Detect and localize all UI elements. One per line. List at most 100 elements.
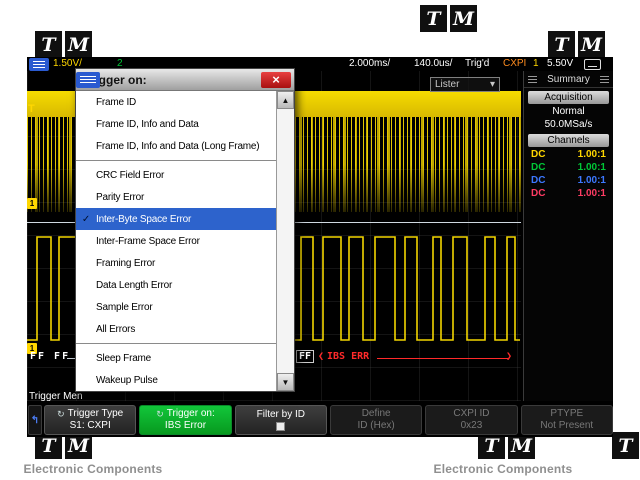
channel-row: DC 1.00:1 <box>524 187 613 200</box>
back-icon: ↰ <box>30 414 40 426</box>
summary-sidebar: Summary Acquisition Normal 50.0MSa/s Cha… <box>523 71 613 401</box>
dropdown-title: Trigger on: <box>84 72 147 87</box>
decode-error-line <box>377 358 508 359</box>
cycle-icon: ↻ <box>57 409 65 419</box>
channel-row: DC 1.00:1 <box>524 148 613 161</box>
trigger-marker[interactable]: T <box>28 103 35 115</box>
active-menu-label: Trigger Men <box>29 391 83 402</box>
tme-logo: T M <box>35 31 92 58</box>
channel-probe-ratio: 1.00:1 <box>577 149 606 160</box>
trigger-bus-type: CXPI <box>503 58 527 69</box>
channel-probe-ratio: 1.00:1 <box>577 162 606 173</box>
dropdown-item[interactable]: Sample Error <box>76 296 276 318</box>
softkey-label: Filter by ID <box>256 409 305 420</box>
dropdown-item[interactable]: Data Length Error <box>76 274 276 296</box>
back-button[interactable]: ↰ <box>28 405 42 435</box>
trigger-level: 5.50V <box>547 58 574 69</box>
dropdown-item-label: Sleep Frame <box>96 352 152 364</box>
decode-byte-mid: FF <box>296 350 315 363</box>
dropdown-item-label: CRC Field Error <box>96 169 165 181</box>
dropdown-item[interactable]: All Errors <box>76 318 276 340</box>
tme-logo-letter: M <box>450 5 477 32</box>
channel-probe-ratio: 1.00:1 <box>577 175 606 186</box>
close-icon[interactable]: × <box>261 71 291 88</box>
chevron-down-icon: ▾ <box>489 79 495 90</box>
softkey-ptype: PTYPE Not Present <box>520 405 613 435</box>
dropdown-menu-icon[interactable] <box>76 71 100 88</box>
softkey-label: Trigger Type <box>67 408 124 419</box>
timebase[interactable]: 2.000ms/ <box>349 58 390 70</box>
dropdown-item-label: Sample Error <box>96 301 153 313</box>
scrollbar-track[interactable] <box>277 109 294 373</box>
channel-row: DC 1.00:1 <box>524 174 613 187</box>
filter-checkbox[interactable] <box>276 422 286 431</box>
tme-logo-letter: T <box>420 5 447 32</box>
dropdown-title-bar: Trigger on: × <box>76 69 294 91</box>
tme-logo-letter: M <box>578 31 605 58</box>
softkey-bar: ↻ Trigger Type S1: CXPI ↻ Trigger on: IBS Err… <box>44 405 613 435</box>
acquisition-mode: Normal <box>552 106 585 117</box>
display-icon[interactable] <box>584 59 601 70</box>
decode-bytes-left: FF FF <box>30 351 71 362</box>
zoom-timebase[interactable]: 140.0us/ <box>414 58 452 70</box>
scroll-up-icon[interactable]: ▲ <box>277 91 294 109</box>
tme-logo-letter: M <box>65 31 92 58</box>
scroll-down-icon[interactable]: ▼ <box>277 373 294 391</box>
dropdown-item[interactable]: Frame ID, Info and Data (Long Frame) <box>76 135 276 157</box>
dropdown-item-label: Frame ID <box>96 96 137 108</box>
cycle-icon: ↻ <box>156 409 164 419</box>
decode-error-label: IBS ERR <box>327 351 370 362</box>
dropdown-item[interactable]: Sleep Frame <box>76 347 276 369</box>
softkey-define: Define ID (Hex) <box>329 405 423 435</box>
decode-error-close-bracket: ❯ <box>506 351 513 362</box>
dropdown-item-label: Data Length Error <box>96 279 173 291</box>
softkey-value: IBS Error <box>164 420 207 431</box>
dropdown-item-label: Parity Error <box>96 191 145 203</box>
tme-logo-letter: T <box>548 31 575 58</box>
tme-logo: T M <box>420 5 477 32</box>
channels-header: Channels <box>528 134 609 147</box>
lister-control[interactable]: Lister ▾ <box>430 77 500 92</box>
dropdown-item[interactable]: Wakeup Pulse <box>76 369 276 391</box>
dropdown-item[interactable]: Framing Error <box>76 252 276 274</box>
screenshot-root: T M T M T M T M T M T M Electronic Compo… <box>0 0 640 480</box>
sidebar-menu-icon[interactable] <box>528 75 537 83</box>
lister-label: Lister <box>435 79 460 90</box>
dropdown-separator <box>76 157 276 164</box>
trigger-on-dropdown: Trigger on: × Frame ID Frame ID, Info and… <box>75 68 295 392</box>
softkey-label: Trigger on: <box>166 408 215 419</box>
dropdown-item-label: Frame ID, Info and Data (Long Frame) <box>96 140 260 152</box>
dropdown-scrollbar[interactable]: ▲ ▼ <box>276 91 294 391</box>
dropdown-item[interactable]: CRC Field Error <box>76 164 276 186</box>
tme-brand-text: Electronic Components <box>23 462 163 476</box>
channel-coupling: DC <box>531 188 546 199</box>
dropdown-item[interactable]: ✓ Inter-Byte Space Error <box>76 208 276 230</box>
softkey-trigger-type[interactable]: ↻ Trigger Type S1: CXPI <box>44 405 137 435</box>
dropdown-item[interactable]: Frame ID <box>76 91 276 113</box>
softkey-value: Not Present <box>540 420 594 431</box>
tme-logo-letter: T <box>612 432 639 459</box>
softkey-trigger-on[interactable]: ↻ Trigger on: IBS Error <box>139 405 232 435</box>
main-menu-icon[interactable] <box>29 58 49 71</box>
channel-coupling: DC <box>531 149 546 160</box>
tme-logo: T M <box>548 31 605 58</box>
softkey-cxpi-id: CXPI ID 0x23 <box>425 405 518 435</box>
dropdown-item[interactable]: Inter-Frame Space Error <box>76 230 276 252</box>
dropdown-item[interactable]: Parity Error <box>76 186 276 208</box>
softkey-value: S1: CXPI <box>69 420 111 431</box>
dropdown-item[interactable]: Frame ID, Info and Data <box>76 113 276 135</box>
trigger-source: 1 <box>533 58 539 69</box>
dropdown-item-label: Frame ID, Info and Data <box>96 118 199 130</box>
ch1-ground-marker[interactable]: 1 <box>27 198 37 209</box>
dropdown-item-label: Framing Error <box>96 257 156 269</box>
softkey-label: PTYPE <box>550 408 584 419</box>
softkey-filter-by-id[interactable]: Filter by ID <box>234 405 327 435</box>
channel-coupling: DC <box>531 162 546 173</box>
acquisition-header: Acquisition <box>528 91 609 104</box>
sidebar-dock-icon[interactable] <box>599 75 609 83</box>
sample-rate: 50.0MSa/s <box>544 119 593 130</box>
checkmark-icon: ✓ <box>81 213 91 225</box>
softkey-value: 0x23 <box>460 420 483 431</box>
softkey-label: Define <box>361 408 391 419</box>
dropdown-item-label: Inter-Frame Space Error <box>96 235 200 247</box>
